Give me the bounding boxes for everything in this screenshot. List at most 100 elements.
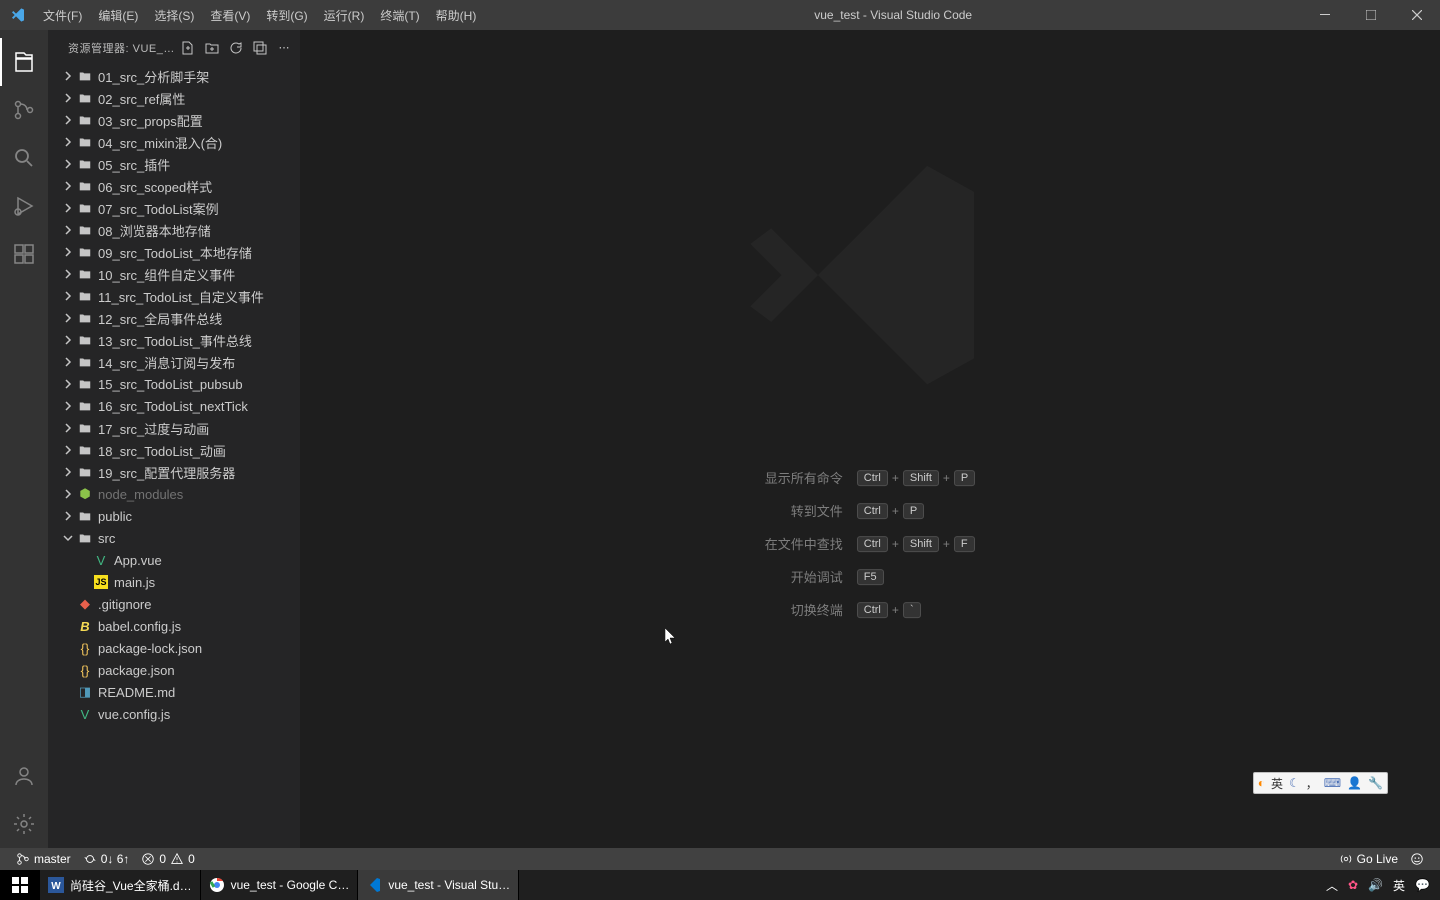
window-title: vue_test - Visual Studio Code <box>484 8 1302 22</box>
tree-row[interactable]: ◆.gitignore <box>48 593 300 615</box>
sync-count: 0↓ 6↑ <box>101 852 130 866</box>
tree-row[interactable]: src <box>48 527 300 549</box>
tray-lang[interactable]: 英 <box>1393 877 1405 894</box>
tree-row[interactable]: VApp.vue <box>48 549 300 571</box>
shortcut-label: 转到文件 <box>765 501 843 520</box>
mouse-cursor <box>665 628 677 646</box>
start-button[interactable] <box>0 870 40 900</box>
menu-帮助(H)[interactable]: 帮助(H) <box>428 0 485 30</box>
ime-lang[interactable]: 英 <box>1271 775 1283 792</box>
settings-button[interactable] <box>0 800 48 848</box>
menu-文件(F)[interactable]: 文件(F) <box>35 0 90 30</box>
tree-row[interactable]: public <box>48 505 300 527</box>
explorer-tab[interactable] <box>0 38 48 86</box>
tree-row[interactable]: 04_src_mixin混入(合) <box>48 131 300 153</box>
new-file-icon[interactable] <box>180 40 196 56</box>
tray-app-icon[interactable]: ✿ <box>1348 878 1358 892</box>
svg-text:W: W <box>51 881 61 892</box>
new-folder-icon[interactable] <box>204 40 220 56</box>
statusbar: master 0↓ 6↑ 0 0 Go Live <box>0 848 1440 870</box>
ime-comma-icon[interactable]: ， <box>1306 775 1318 792</box>
menu-选择(S)[interactable]: 选择(S) <box>146 0 202 30</box>
feedback-icon[interactable] <box>1404 848 1430 870</box>
tree-row[interactable]: 13_src_TodoList_事件总线 <box>48 329 300 351</box>
shortcut-keys: Ctrl+P <box>857 503 976 519</box>
activity-bar <box>0 30 48 848</box>
go-live-button[interactable]: Go Live <box>1333 848 1404 870</box>
vscode-app-icon <box>0 7 35 23</box>
ime-toolbar[interactable]: ◐ 英 ☾ ， ⌨ 👤 🔧 <box>1253 772 1388 794</box>
tree-row[interactable]: Vvue.config.js <box>48 703 300 725</box>
tree-row[interactable]: 05_src_插件 <box>48 153 300 175</box>
collapse-all-icon[interactable] <box>252 40 268 56</box>
tray-notifications-icon[interactable]: 💬 <box>1415 878 1430 892</box>
tree-row[interactable]: {}package.json <box>48 659 300 681</box>
tray-volume-icon[interactable]: 🔊 <box>1368 878 1383 892</box>
tree-row[interactable]: 08_浏览器本地存储 <box>48 219 300 241</box>
tree-row[interactable]: 19_src_配置代理服务器 <box>48 461 300 483</box>
tree-row[interactable]: Bbabel.config.js <box>48 615 300 637</box>
maximize-button[interactable] <box>1348 0 1394 30</box>
taskbar-item[interactable]: W尚硅谷_Vue全家桶.d… <box>40 870 201 900</box>
ime-moon-icon[interactable]: ☾ <box>1289 776 1300 790</box>
menu-运行(R)[interactable]: 运行(R) <box>316 0 373 30</box>
tree-row[interactable]: 02_src_ref属性 <box>48 87 300 109</box>
welcome-watermark: 显示所有命令Ctrl+Shift+P转到文件Ctrl+P在文件中查找Ctrl+S… <box>740 145 1000 619</box>
shortcut-list: 显示所有命令Ctrl+Shift+P转到文件Ctrl+P在文件中查找Ctrl+S… <box>765 468 976 619</box>
shortcut-label: 开始调试 <box>765 567 843 586</box>
tree-row[interactable]: 16_src_TodoList_nextTick <box>48 395 300 417</box>
tree-row[interactable]: 15_src_TodoList_pubsub <box>48 373 300 395</box>
git-branch[interactable]: master <box>10 848 77 870</box>
menu-转到(G)[interactable]: 转到(G) <box>258 0 315 30</box>
source-control-tab[interactable] <box>0 86 48 134</box>
taskbar-item[interactable]: vue_test - Google C… <box>201 870 359 900</box>
shortcut-label: 在文件中查找 <box>765 534 843 553</box>
search-tab[interactable] <box>0 134 48 182</box>
vscode-logo-watermark <box>740 145 1000 408</box>
tree-row[interactable]: 17_src_过度与动画 <box>48 417 300 439</box>
tree-row[interactable]: 18_src_TodoList_动画 <box>48 439 300 461</box>
git-sync[interactable]: 0↓ 6↑ <box>77 848 136 870</box>
close-button[interactable] <box>1394 0 1440 30</box>
file-tree[interactable]: 01_src_分析脚手架02_src_ref属性03_src_props配置04… <box>48 65 300 848</box>
menu-终端(T)[interactable]: 终端(T) <box>372 0 427 30</box>
tree-row[interactable]: 09_src_TodoList_本地存储 <box>48 241 300 263</box>
tree-row[interactable]: 01_src_分析脚手架 <box>48 65 300 87</box>
minimize-button[interactable] <box>1302 0 1348 30</box>
menubar: 文件(F)编辑(E)选择(S)查看(V)转到(G)运行(R)终端(T)帮助(H) <box>35 0 484 30</box>
go-live-label: Go Live <box>1357 852 1398 866</box>
shortcut-label: 切换终端 <box>765 600 843 619</box>
taskbar-item[interactable]: vue_test - Visual Stu… <box>358 870 519 900</box>
menu-编辑(E)[interactable]: 编辑(E) <box>90 0 146 30</box>
ime-settings-icon[interactable]: 🔧 <box>1368 776 1383 790</box>
tree-row[interactable]: 06_src_scoped样式 <box>48 175 300 197</box>
editor-area: 显示所有命令Ctrl+Shift+P转到文件Ctrl+P在文件中查找Ctrl+S… <box>300 30 1440 848</box>
tree-row[interactable]: {}package-lock.json <box>48 637 300 659</box>
tree-row[interactable]: ⬢node_modules <box>48 483 300 505</box>
windows-taskbar: W尚硅谷_Vue全家桶.d…vue_test - Google C…vue_te… <box>0 870 1440 900</box>
ime-keyboard-icon[interactable]: ⌨ <box>1324 776 1341 790</box>
tray-chevron-icon[interactable]: ︿ <box>1326 877 1338 894</box>
tree-row[interactable]: 10_src_组件自定义事件 <box>48 263 300 285</box>
tree-row[interactable]: 12_src_全局事件总线 <box>48 307 300 329</box>
explorer-sidebar: 资源管理器: VUE_T… ⋯ 01_src_分析脚手架02_src_ref属性… <box>48 30 300 848</box>
system-tray[interactable]: ︿ ✿ 🔊 英 💬 <box>1316 877 1440 894</box>
accounts-button[interactable] <box>0 752 48 800</box>
tree-row[interactable]: ◨README.md <box>48 681 300 703</box>
ime-user-icon[interactable]: 👤 <box>1347 776 1362 790</box>
tree-row[interactable]: JSmain.js <box>48 571 300 593</box>
extensions-tab[interactable] <box>0 230 48 278</box>
titlebar: 文件(F)编辑(E)选择(S)查看(V)转到(G)运行(R)终端(T)帮助(H)… <box>0 0 1440 30</box>
tree-row[interactable]: 03_src_props配置 <box>48 109 300 131</box>
ime-icon: ◐ <box>1258 776 1265 790</box>
tree-row[interactable]: 11_src_TodoList_自定义事件 <box>48 285 300 307</box>
shortcut-keys: Ctrl+` <box>857 602 976 618</box>
problems[interactable]: 0 0 <box>135 848 200 870</box>
menu-查看(V)[interactable]: 查看(V) <box>202 0 258 30</box>
refresh-icon[interactable] <box>228 40 244 56</box>
tree-row[interactable]: 07_src_TodoList案例 <box>48 197 300 219</box>
error-count: 0 <box>159 852 166 866</box>
more-icon[interactable]: ⋯ <box>276 40 292 56</box>
run-debug-tab[interactable] <box>0 182 48 230</box>
tree-row[interactable]: 14_src_消息订阅与发布 <box>48 351 300 373</box>
